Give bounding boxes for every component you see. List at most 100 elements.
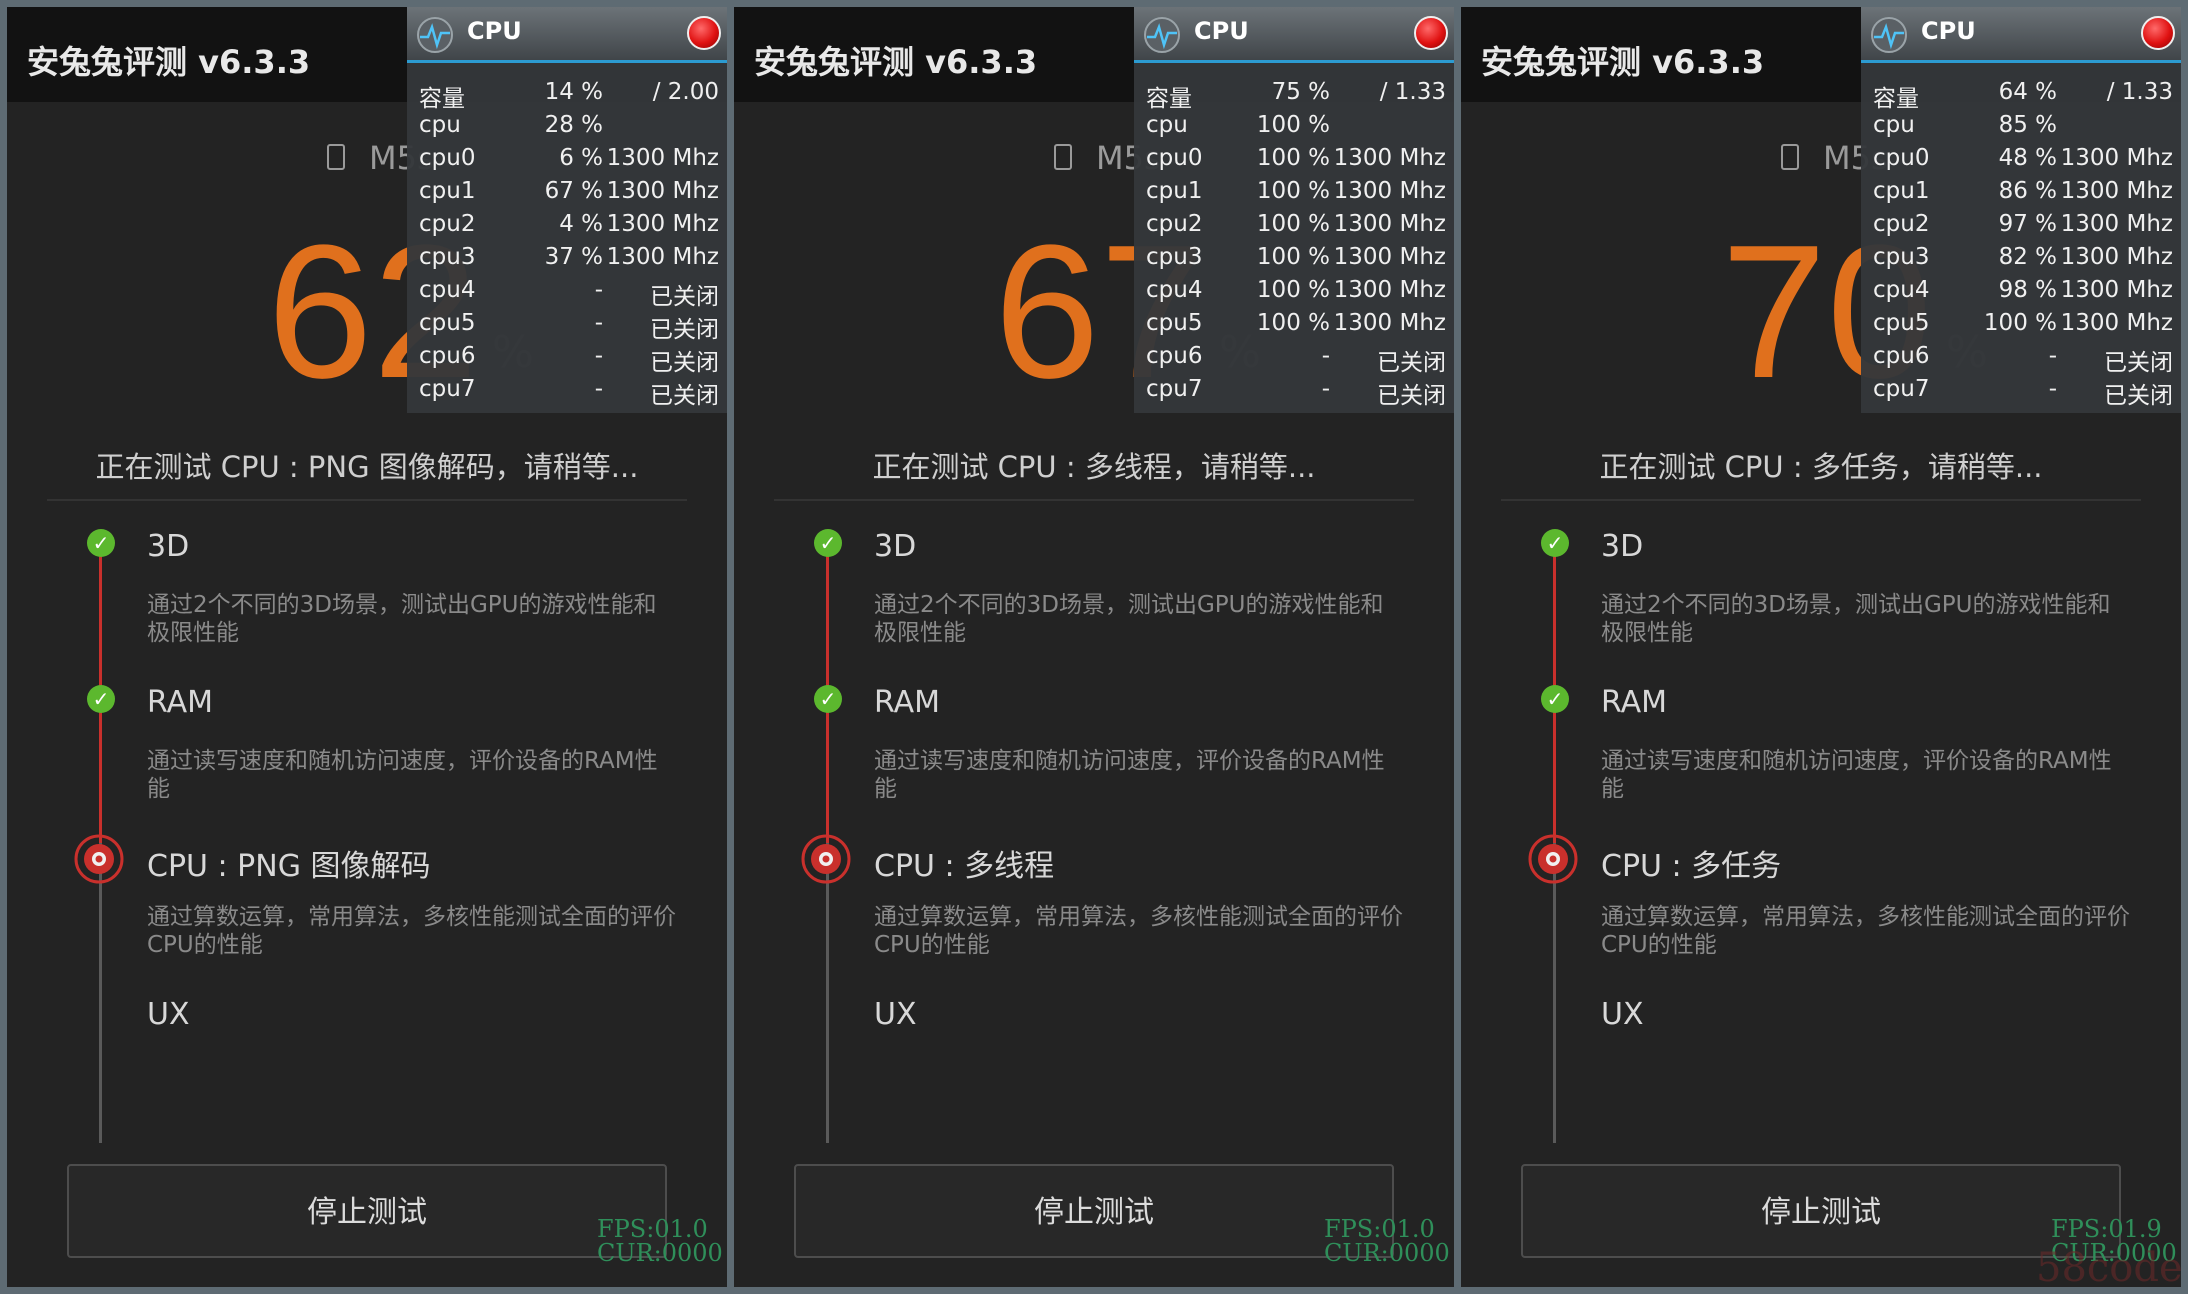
cpu-row-info: 已关闭 (2104, 383, 2173, 409)
cpu-row: cpu6 - 已关闭 (1134, 343, 1454, 376)
cpu-row-info: 已关闭 (1377, 383, 1446, 409)
cpu-row-info: 已关闭 (650, 350, 719, 376)
cpu-row-info: 1300 Mhz (2060, 310, 2173, 336)
step-ram-title: RAM (147, 685, 214, 720)
cpu-row-pct: - (594, 310, 603, 336)
step-ux-title: UX (874, 997, 917, 1032)
record-button[interactable] (687, 16, 721, 50)
cpu-monitor-header[interactable]: CPU (1134, 7, 1454, 63)
stop-test-button[interactable]: 停止测试 (67, 1164, 667, 1258)
cpu-row-name: cpu2 (1146, 211, 1203, 237)
cpu-row: cpu0 100 % 1300 Mhz (1134, 145, 1454, 178)
cpu-row: cpu2 97 % 1300 Mhz (1861, 211, 2181, 244)
cpu-row-name: cpu4 (1873, 277, 1930, 303)
cpu-row: 容量 64 % / 1.33 (1861, 79, 2181, 112)
cpu-row-pct: 6 % (559, 145, 603, 171)
cpu-row-pct: 100 % (1256, 178, 1330, 204)
benchmark-panel-1: 安兔兔评测 v6.3.3 M5s 62 % 正在测试 CPU : PNG 图像解… (7, 7, 727, 1287)
cpu-row-info: 已关闭 (650, 284, 719, 310)
step-ram-desc: 通过读写速度和随机访问速度，评价设备的RAM性能 (874, 748, 1385, 802)
cpu-row: cpu7 - 已关闭 (1134, 376, 1454, 409)
pulse-icon (1144, 17, 1180, 53)
step-cpu-desc: 通过算数运算，常用算法，多核性能测试全面的评价CPU的性能 (147, 904, 676, 958)
cpu-row: cpu 28 % (407, 112, 727, 145)
check-icon: ✓ (87, 529, 115, 557)
cpu-monitor-header[interactable]: CPU (407, 7, 727, 63)
cpu-row: 容量 14 % / 2.00 (407, 79, 727, 112)
cpu-row: cpu2 100 % 1300 Mhz (1134, 211, 1454, 244)
cpu-row-info: 已关闭 (650, 317, 719, 343)
running-indicator-icon (1528, 834, 1578, 884)
stop-test-button[interactable]: 停止测试 (1521, 1164, 2121, 1258)
cpu-row: cpu1 100 % 1300 Mhz (1134, 178, 1454, 211)
cpu-row-name: 容量 (1146, 86, 1192, 112)
cpu-row-pct: 100 % (1256, 310, 1330, 336)
cpu-monitor-window[interactable]: CPU 容量 14 %/ 2.00 cpu 28 % cpu0 6 % 1300 Mhz… (407, 7, 727, 413)
timeline-pending-line (99, 843, 102, 1143)
step-3d-title: 3D (147, 529, 190, 564)
cpu-row-pct: 100 % (1256, 244, 1330, 270)
cpu-row-name: cpu0 (1873, 145, 1930, 171)
cpu-row-name: 容量 (1873, 86, 1919, 112)
cpu-row-info: 1300 Mhz (2060, 211, 2173, 237)
cpu-monitor-header[interactable]: CPU (1861, 7, 2181, 63)
record-button[interactable] (1414, 16, 1448, 50)
cpu-row-info: 1300 Mhz (1333, 277, 1446, 303)
timeline-pending-line (826, 843, 829, 1143)
cpu-row-info: / 2.00 (652, 79, 719, 105)
cpu-row-pct: 37 % (544, 244, 603, 270)
cpu-row-name: cpu4 (419, 277, 476, 303)
fps-readout: FPS:01.0 (1324, 1215, 1435, 1243)
cpu-row-info: 1300 Mhz (2060, 178, 2173, 204)
cpu-row: cpu5 100 % 1300 Mhz (1861, 310, 2181, 343)
cpu-row-name: cpu4 (1146, 277, 1203, 303)
step-ram-desc: 通过读写速度和随机访问速度，评价设备的RAM性能 (147, 748, 658, 802)
record-button[interactable] (2141, 16, 2175, 50)
cpu-row: cpu7 - 已关闭 (407, 376, 727, 409)
cpu-row-name: cpu2 (1873, 211, 1930, 237)
step-cpu-title: CPU : 多线程 (874, 849, 1055, 884)
cpu-row-info: 1300 Mhz (1333, 178, 1446, 204)
stop-test-button[interactable]: 停止测试 (794, 1164, 1394, 1258)
cpu-monitor-window[interactable]: CPU 容量 75 %/ 1.33 cpu 100 % cpu0 100 % 1300 … (1134, 7, 1454, 413)
cpu-row-pct: - (1321, 376, 1330, 402)
cpu-row: cpu0 6 % 1300 Mhz (407, 145, 727, 178)
cpu-row-info: 1300 Mhz (1333, 310, 1446, 336)
cpu-row: cpu6 - 已关闭 (1861, 343, 2181, 376)
pulse-icon (417, 17, 453, 53)
cpu-row-name: cpu3 (419, 244, 476, 270)
check-icon: ✓ (1541, 529, 1569, 557)
cpu-row-pct: 75 % (1271, 79, 1330, 105)
step-3d-desc: 通过2个不同的3D场景，测试出GPU的游戏性能和极限性能 (147, 592, 657, 646)
step-3d-desc: 通过2个不同的3D场景，测试出GPU的游戏性能和极限性能 (874, 592, 1384, 646)
cpu-row: cpu4 98 % 1300 Mhz (1861, 277, 2181, 310)
cpu-row-info: 已关闭 (2104, 350, 2173, 376)
cpu-row-pct: - (2048, 343, 2057, 369)
cpu-row: cpu3 37 % 1300 Mhz (407, 244, 727, 277)
cpu-row-pct: 48 % (1998, 145, 2057, 171)
cpu-row-name: cpu0 (1146, 145, 1203, 171)
check-icon: ✓ (87, 685, 115, 713)
cpu-row-pct: - (594, 343, 603, 369)
cpu-monitor-window[interactable]: CPU 容量 64 %/ 1.33 cpu 85 % cpu0 48 % 1300 Mh… (1861, 7, 2181, 413)
cpu-row-info: 1300 Mhz (606, 145, 719, 171)
cpu-row-info: / 1.33 (2106, 79, 2173, 105)
cpu-row-info: 1300 Mhz (2060, 145, 2173, 171)
cpu-row-pct: - (1321, 343, 1330, 369)
cpu-row-pct: - (594, 376, 603, 402)
cpu-row: cpu3 82 % 1300 Mhz (1861, 244, 2181, 277)
cpu-row-pct: - (594, 277, 603, 303)
cpu-row-info: 1300 Mhz (606, 178, 719, 204)
cpu-row-pct: 4 % (559, 211, 603, 237)
check-icon: ✓ (814, 685, 842, 713)
cpu-row: cpu5 - 已关闭 (407, 310, 727, 343)
cpu-row-pct: 67 % (544, 178, 603, 204)
running-indicator-icon (801, 834, 851, 884)
cpu-row-name: cpu6 (1146, 343, 1203, 369)
benchmark-panel-3: 安兔兔评测 v6.3.3 M5s 70 % 正在测试 CPU : 多任务，请稍等… (1461, 7, 2181, 1287)
fps-overlay: FPS:01.0 CUR:0000 (1324, 1217, 1450, 1265)
cpu-row-pct: 100 % (1983, 310, 2057, 336)
cpu-row-pct: 82 % (1998, 244, 2057, 270)
check-icon: ✓ (814, 529, 842, 557)
cpu-row-info: 1300 Mhz (1333, 211, 1446, 237)
